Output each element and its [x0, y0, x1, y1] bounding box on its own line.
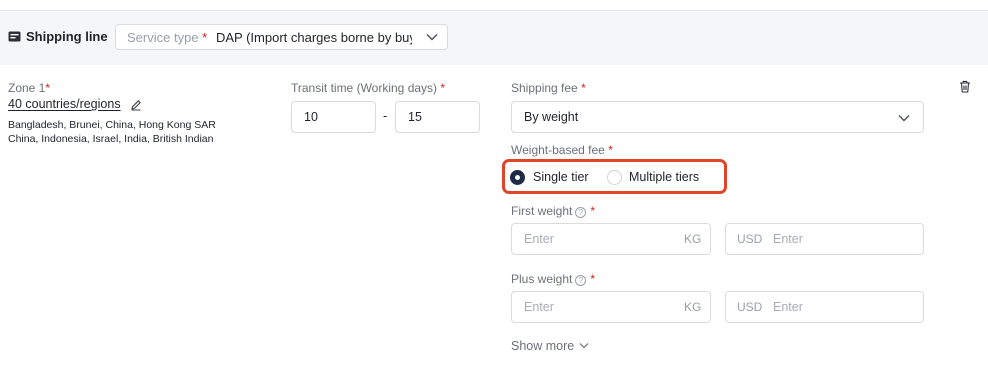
section-title: Shipping line [26, 29, 108, 44]
service-type-select[interactable]: Service type * DAP (Import charges borne… [115, 24, 448, 50]
plus-weight-placeholder: Enter [524, 300, 554, 314]
multiple-tiers-radio[interactable] [607, 170, 622, 185]
shipping-fee-select[interactable]: By weight [511, 101, 924, 133]
required-mark: * [202, 30, 208, 45]
zone-countries-line: Bangladesh, Brunei, China, Hong Kong SAR [8, 119, 216, 131]
plus-weight-price-input[interactable]: USD Enter [725, 291, 924, 323]
show-more-link[interactable]: Show more [511, 339, 574, 353]
currency-label: USD [737, 232, 763, 246]
first-weight-price-input[interactable]: USD Enter [725, 223, 924, 255]
first-weight-placeholder: Enter [524, 232, 554, 246]
service-type-value: DAP (Import charges borne by buy [216, 30, 412, 45]
zone-label: Zone 1* [8, 81, 51, 95]
transit-separator: - [383, 108, 388, 123]
chevron-down-icon [898, 115, 910, 122]
question-circle-icon[interactable]: ? [575, 207, 587, 218]
transit-time-label: Transit time (Working days) * [291, 81, 446, 95]
zone-countries-line: China, Indonesia, Israel, India, British… [8, 133, 214, 145]
transit-max-input[interactable]: 15 [395, 101, 480, 133]
chevron-down-icon [426, 34, 438, 41]
plus-weight-label: Plus weight? * [511, 272, 596, 286]
required-mark: * [581, 81, 586, 95]
single-tier-radio[interactable] [510, 170, 525, 185]
shipping-line-icon [8, 31, 21, 42]
zone-countries-link[interactable]: 40 countries/regions [8, 97, 121, 111]
weight-based-fee-label: Weight-based fee * [511, 143, 613, 157]
multiple-tiers-label[interactable]: Multiple tiers [629, 170, 699, 184]
first-weight-unit: KG [684, 232, 702, 246]
required-mark: * [590, 272, 596, 286]
chevron-down-icon[interactable] [579, 342, 589, 349]
plus-weight-input[interactable]: Enter KG [511, 291, 711, 323]
question-circle-icon[interactable]: ? [575, 275, 587, 286]
zone-countries-list: Bangladesh, Brunei, China, Hong Kong SAR… [8, 118, 253, 146]
first-weight-label: First weight? * [511, 204, 596, 218]
first-weight-input[interactable]: Enter KG [511, 223, 711, 255]
plus-weight-price-placeholder: Enter [773, 300, 803, 314]
transit-max-value: 15 [408, 110, 422, 124]
service-type-label: Service type * [127, 30, 208, 45]
trash-icon[interactable] [959, 80, 971, 93]
single-tier-label[interactable]: Single tier [533, 170, 589, 184]
required-mark: * [590, 204, 596, 218]
first-weight-price-placeholder: Enter [773, 232, 803, 246]
transit-min-input[interactable]: 10 [291, 101, 376, 133]
transit-min-value: 10 [304, 110, 318, 124]
required-mark: * [608, 143, 613, 157]
shipping-fee-value: By weight [524, 110, 579, 124]
pencil-icon[interactable] [130, 99, 142, 111]
currency-label: USD [737, 300, 763, 314]
plus-weight-unit: KG [684, 300, 702, 314]
shipping-fee-label: Shipping fee * [511, 81, 586, 95]
required-mark: * [45, 81, 51, 95]
required-mark: * [440, 81, 446, 95]
